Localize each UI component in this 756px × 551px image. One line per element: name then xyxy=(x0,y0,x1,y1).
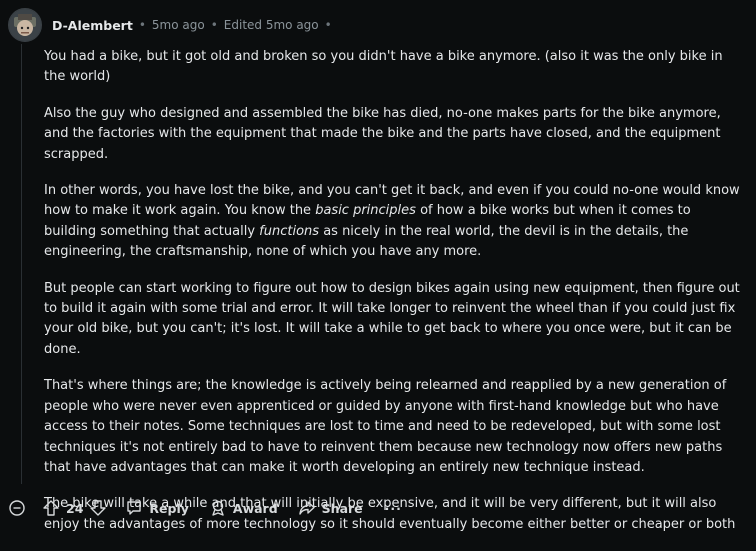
edited-label: Edited 5mo ago xyxy=(223,18,319,32)
comment-paragraph: Also the guy who designed and assembled … xyxy=(44,104,740,165)
award-button[interactable]: Award xyxy=(209,499,278,517)
collapse-icon[interactable] xyxy=(8,499,26,517)
share-button[interactable]: Share xyxy=(298,499,363,517)
comment-meta: D-Alembert • 5mo ago • Edited 5mo ago • xyxy=(52,18,338,33)
share-icon xyxy=(298,499,316,517)
username[interactable]: D-Alembert xyxy=(52,18,133,33)
avatar[interactable] xyxy=(8,8,42,42)
comment-paragraph: In other words, you have lost the bike, … xyxy=(44,181,740,263)
paragraph-text: Also the guy who designed and assembled … xyxy=(44,105,721,162)
vote-score: 24 xyxy=(66,500,84,516)
share-label: Share xyxy=(321,500,363,516)
timestamp[interactable]: 5mo ago xyxy=(152,18,205,32)
comment-header: D-Alembert • 5mo ago • Edited 5mo ago • xyxy=(8,8,338,42)
thread-rail[interactable] xyxy=(21,44,22,484)
more-options-button[interactable]: ··· xyxy=(385,501,402,516)
comment-body: You had a bike, but it got old and broke… xyxy=(44,47,740,551)
upvote-icon[interactable] xyxy=(42,499,60,517)
comment-paragraph: You had a bike, but it got old and broke… xyxy=(44,47,740,88)
award-icon xyxy=(209,499,227,517)
comment-paragraph: That's where things are; the knowledge i… xyxy=(44,376,740,478)
meta-separator: • xyxy=(210,18,218,32)
comment-paragraph: But people can start working to figure o… xyxy=(44,279,740,361)
emphasis-text: functions xyxy=(259,223,320,239)
reply-button[interactable]: Reply xyxy=(125,499,189,517)
downvote-icon[interactable] xyxy=(89,499,107,517)
paragraph-text: But people can start working to figure o… xyxy=(44,280,740,357)
vote-control: 24 xyxy=(42,499,107,517)
reply-label: Reply xyxy=(149,500,189,516)
action-bar: 24 Reply Award Share ··· xyxy=(8,494,402,522)
comment: D-Alembert • 5mo ago • Edited 5mo ago • … xyxy=(0,0,756,532)
paragraph-text: That's where things are; the knowledge i… xyxy=(44,378,727,475)
paragraph-text: You had a bike, but it got old and broke… xyxy=(44,49,723,85)
meta-separator: • xyxy=(138,18,146,32)
award-label: Award xyxy=(232,500,278,516)
reply-icon xyxy=(125,499,143,517)
avatar-image xyxy=(9,9,41,41)
emphasis-text: basic principles xyxy=(315,203,416,219)
meta-separator: • xyxy=(324,18,332,32)
